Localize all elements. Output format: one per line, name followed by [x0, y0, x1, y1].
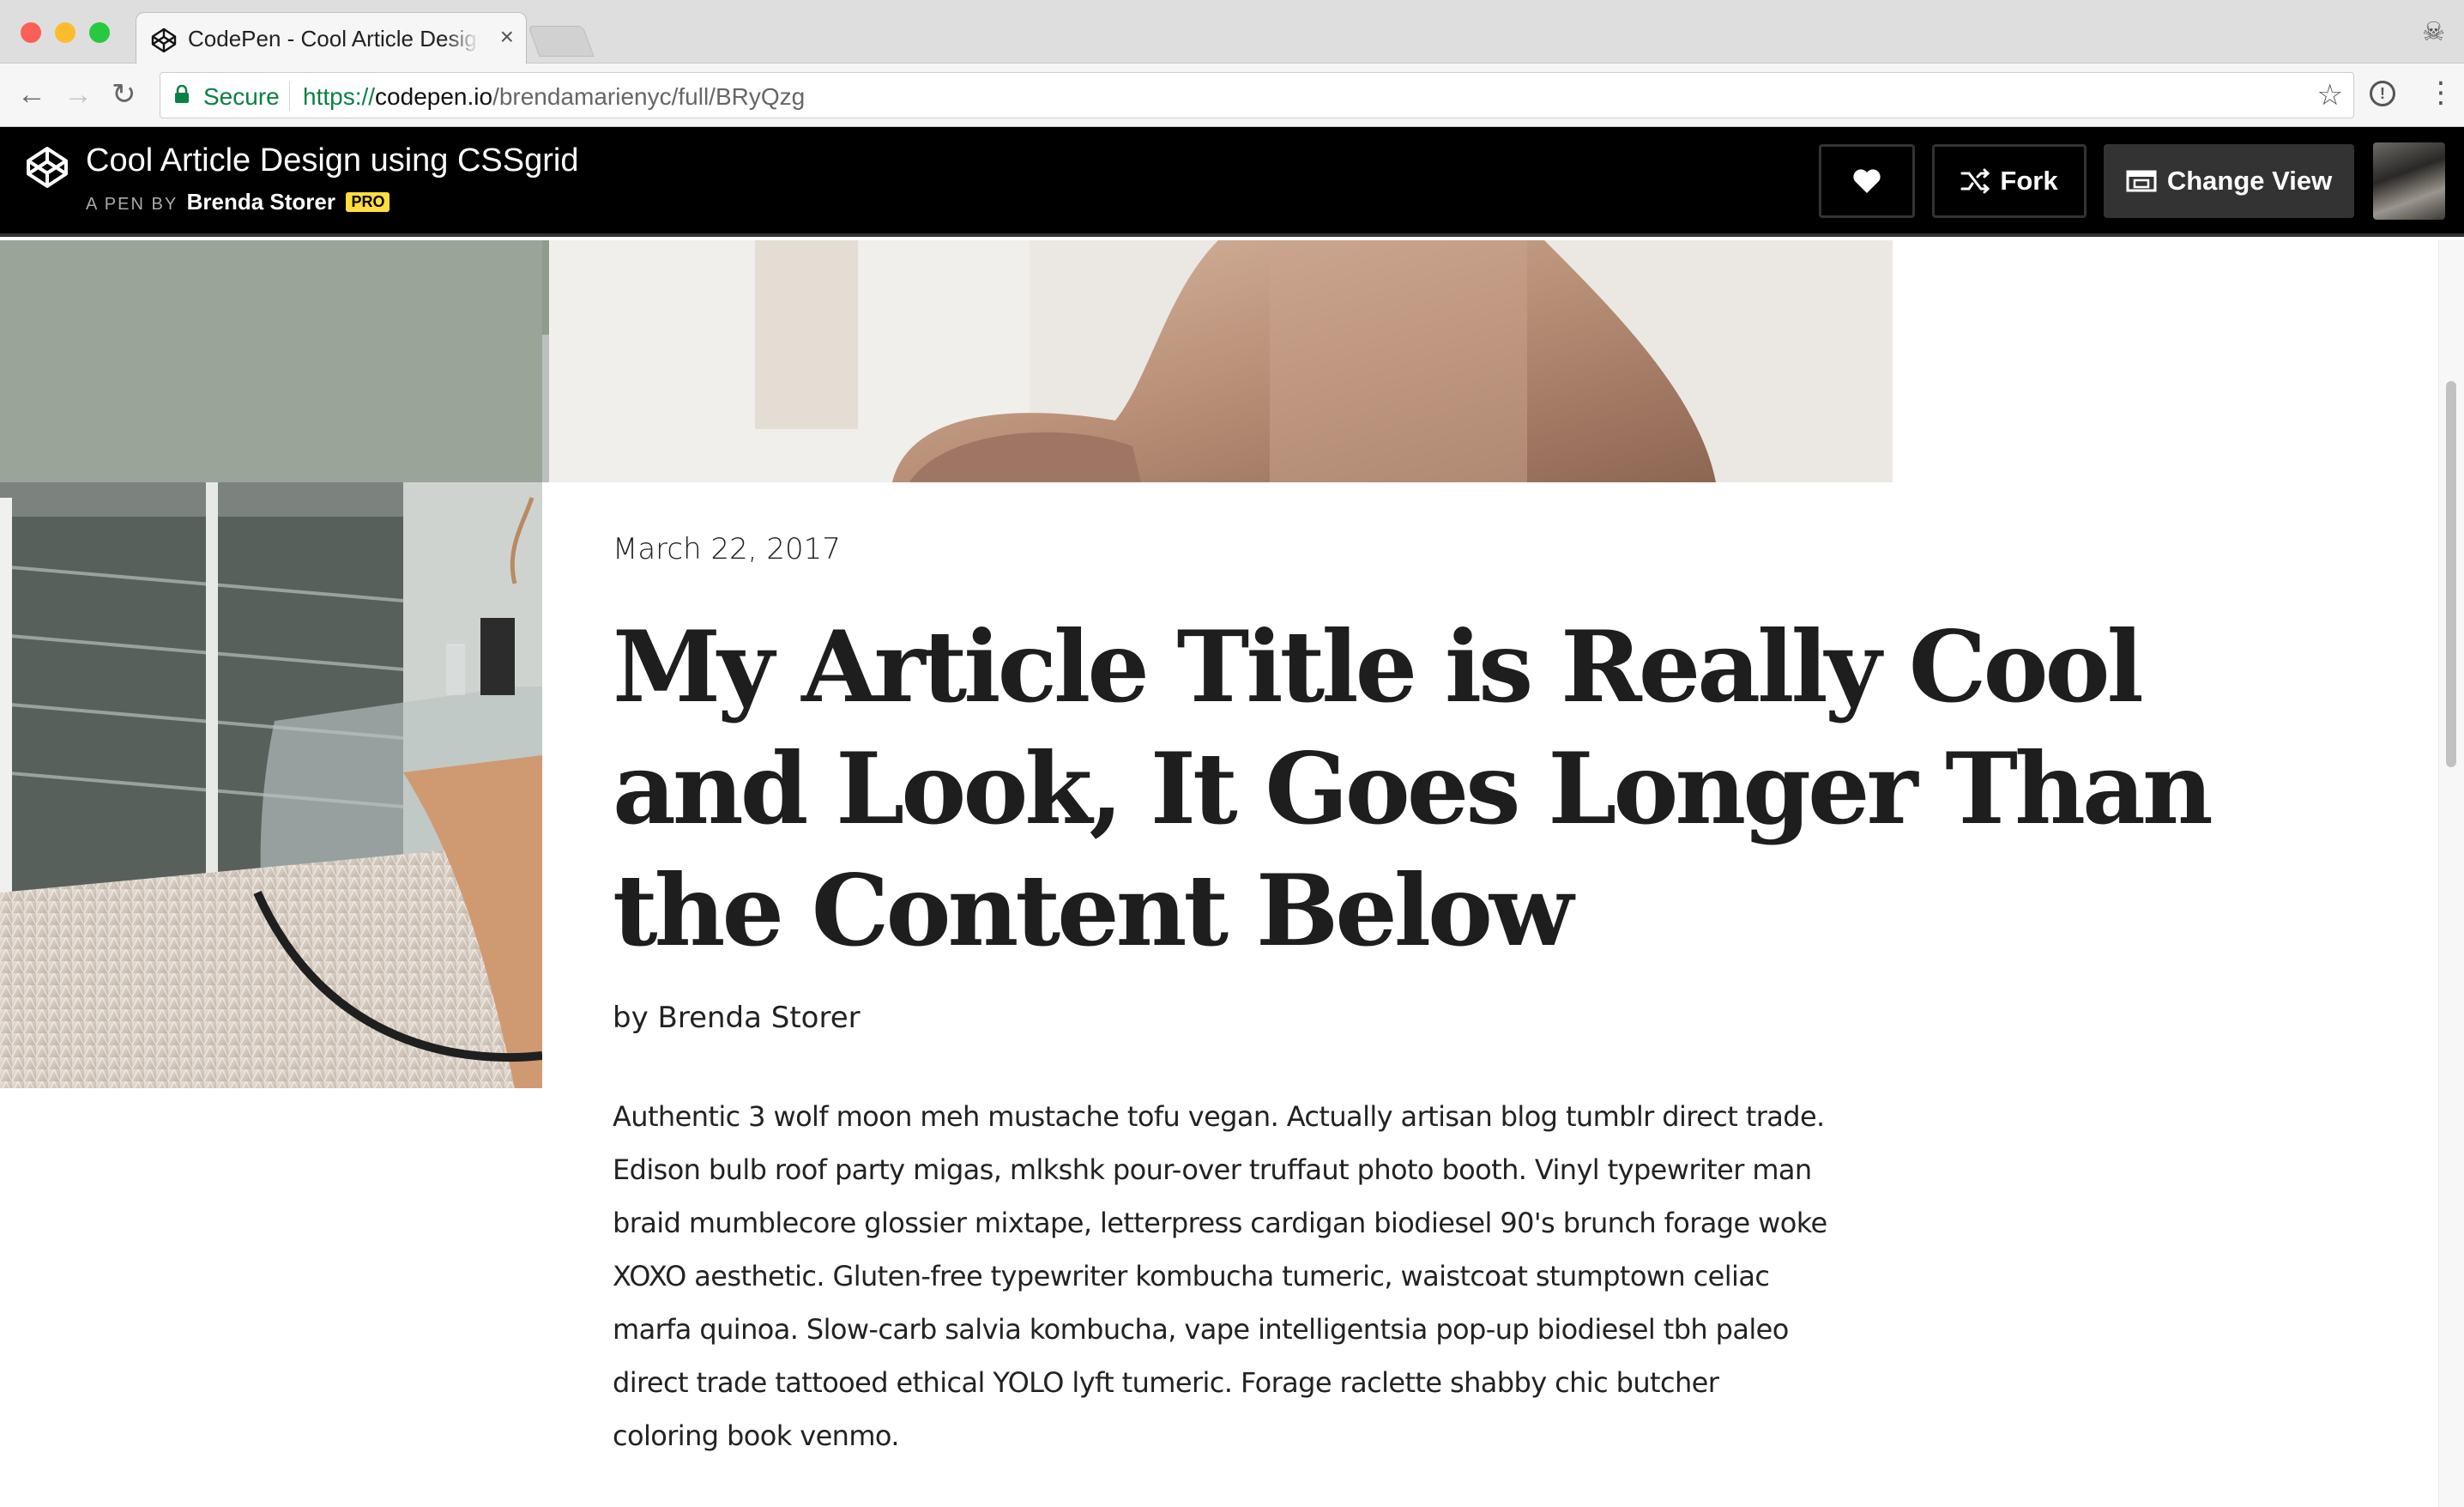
close-window-button[interactable]	[21, 22, 41, 43]
side-image	[0, 240, 542, 1088]
change-view-label: Change View	[2166, 166, 2333, 196]
pen-title: Cool Article Design using CSSgrid	[86, 142, 579, 179]
article-date: March 22, 2017	[613, 532, 841, 566]
browser-tab-active[interactable]: CodePen - Cool Article Design using CSSg…	[136, 12, 527, 64]
pro-badge: PRO	[346, 192, 390, 212]
fork-label: Fork	[2000, 166, 2058, 196]
codepen-favicon-icon	[151, 27, 177, 53]
tab-close-icon[interactable]: ×	[500, 23, 514, 51]
extension-info-icon[interactable]: !	[2370, 81, 2395, 106]
bookmark-star-icon[interactable]: ☆	[2317, 78, 2343, 112]
codepen-header: Cool Article Design using CSSgrid A PEN …	[0, 127, 2464, 237]
tab-title: CodePen - Cool Article Design using CSSg…	[188, 26, 480, 51]
change-view-button[interactable]: Change View	[2104, 144, 2354, 218]
browser-tab-bar: CodePen - Cool Article Design using CSSg…	[0, 0, 2464, 64]
reload-icon[interactable]: ↻	[112, 77, 136, 112]
maximize-window-button[interactable]	[89, 22, 110, 43]
heart-icon	[1853, 169, 1881, 193]
article-title: My Article Title is Really Cool and Look…	[613, 609, 2213, 968]
pen-byline-prefix: A PEN BY	[86, 195, 178, 214]
url-text[interactable]: https://codepen.io/brendamarienyc/full/B…	[303, 83, 805, 111]
browser-toolbar: ← → ↻ Secure https://codepen.io/brendama…	[0, 64, 2464, 127]
pen-byline: A PEN BY Brenda Storer PRO	[86, 189, 390, 215]
browser-menu-icon[interactable]: ⋮	[2426, 76, 2455, 110]
minimize-window-button[interactable]	[55, 22, 75, 43]
address-bar[interactable]: Secure https://codepen.io/brendamarienyc…	[160, 72, 2354, 118]
scrollbar-thumb[interactable]	[2446, 381, 2456, 767]
article-body: Authentic 3 wolf moon meh mustache tofu …	[613, 1100, 1827, 1452]
user-avatar[interactable]	[2373, 142, 2445, 220]
url-path: /brendamarienyc/full/BRyQzg	[492, 83, 806, 110]
forward-arrow-icon[interactable]: →	[63, 77, 93, 112]
secure-label: Secure	[203, 83, 280, 110]
pen-preview: March 22, 2017 My Article Title is Reall…	[0, 240, 2464, 1507]
article-byline: by Brenda Storer	[613, 1001, 861, 1035]
url-host: codepen.io	[375, 83, 493, 110]
pen-author-link[interactable]: Brenda Storer	[187, 189, 335, 215]
fork-icon	[1960, 168, 1990, 194]
love-button[interactable]	[1819, 144, 1915, 218]
url-scheme: https://	[303, 83, 376, 110]
change-view-icon	[2126, 170, 2157, 192]
back-arrow-icon[interactable]: ←	[17, 77, 46, 112]
codepen-logo-icon[interactable]	[24, 144, 70, 191]
address-divider	[289, 82, 290, 111]
lock-icon	[175, 85, 189, 103]
fork-button[interactable]: Fork	[1932, 144, 2087, 218]
page-scrollbar[interactable]	[2438, 240, 2464, 1507]
new-tab-button[interactable]	[528, 26, 595, 57]
profile-icon[interactable]: ☠	[2422, 17, 2445, 47]
